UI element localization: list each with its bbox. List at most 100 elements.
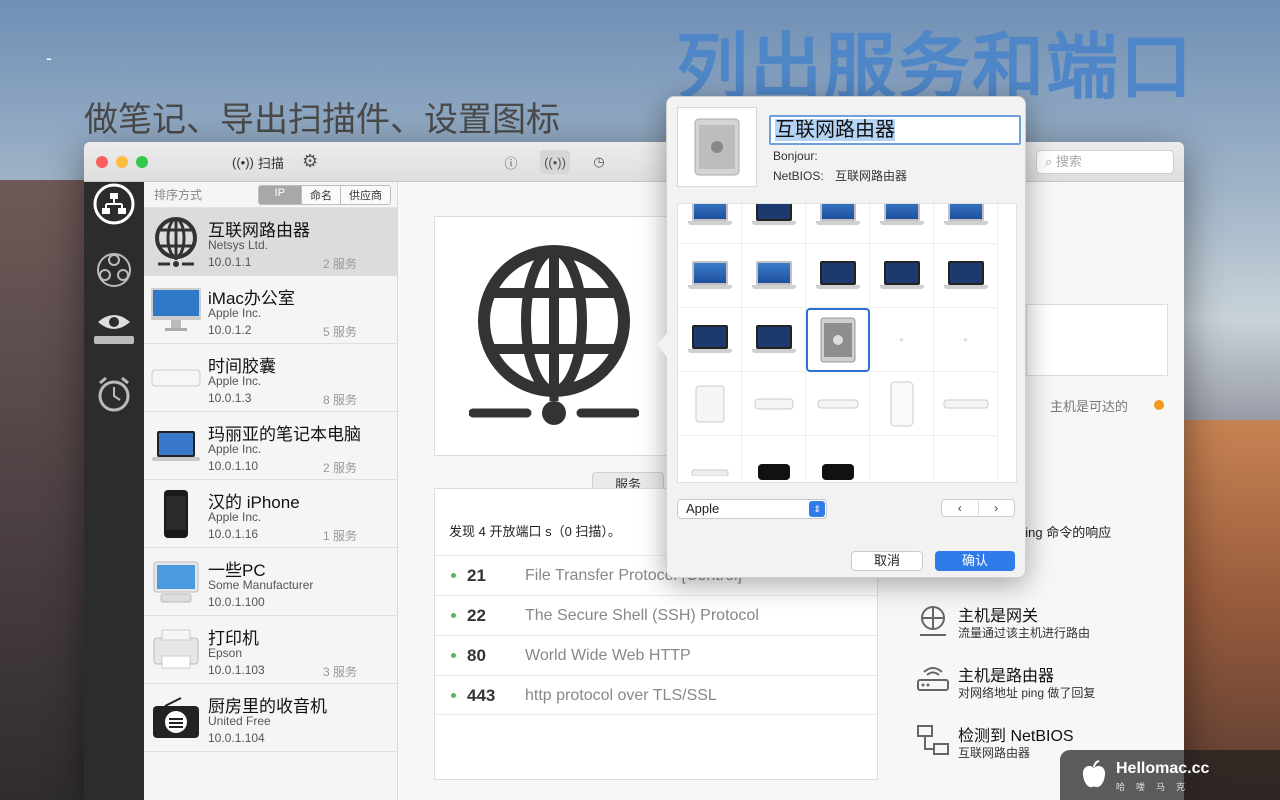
icon-option[interactable] <box>870 204 934 244</box>
printer-icon <box>148 624 204 676</box>
device-ip: 10.0.1.1 <box>208 255 252 269</box>
icon-option[interactable] <box>934 244 998 308</box>
feature-gateway: 主机是网关 流量通过该主机进行路由 <box>916 602 1176 642</box>
eye-icon[interactable] <box>92 306 136 350</box>
device-large-icon[interactable] <box>434 216 674 456</box>
device-row[interactable]: iMac办公室 Apple Inc. 10.0.1.2 5 服务 <box>144 276 397 344</box>
clock-icon[interactable]: ◷ <box>584 150 614 174</box>
close-window-button[interactable] <box>96 156 108 168</box>
netbios-icon <box>917 725 949 755</box>
scan-label: 扫描 <box>257 155 284 171</box>
open-port-dot <box>451 653 456 658</box>
icon-option[interactable] <box>870 244 934 308</box>
icon-option[interactable] <box>678 372 742 436</box>
gear-icon[interactable]: ⚙ <box>302 151 318 172</box>
apple-logo-icon <box>1082 760 1106 788</box>
icon-option-empty[interactable]: ● <box>870 308 934 372</box>
icon-option-empty[interactable] <box>870 436 934 482</box>
service-port: 443 <box>467 686 496 705</box>
device-row[interactable]: 一些PC Some Manufacturer 10.0.1.100 <box>144 548 397 616</box>
icon-option[interactable] <box>806 436 870 482</box>
device-ip: 10.0.1.16 <box>208 527 259 541</box>
device-ip: 10.0.1.2 <box>208 323 252 337</box>
device-row[interactable]: 汉的 iPhone Apple Inc. 10.0.1.16 1 服务 <box>144 480 397 548</box>
network-map-icon[interactable] <box>92 182 136 226</box>
chevron-updown-icon: ⇕ <box>809 501 825 517</box>
service-description: The Secure Shell (SSH) Protocol <box>525 607 759 624</box>
icon-option[interactable] <box>934 372 998 436</box>
icon-option[interactable] <box>806 372 870 436</box>
scan-button[interactable]: ((•)) 扫描 <box>226 151 290 173</box>
icon-option-empty[interactable] <box>934 436 998 482</box>
device-services: 2 服务 <box>322 461 357 475</box>
service-row[interactable]: 22 The Secure Shell (SSH) Protocol <box>435 595 877 635</box>
bonjour-label: Bonjour: <box>773 149 818 163</box>
device-services: 5 服务 <box>322 325 357 339</box>
device-vendor: Apple Inc. <box>208 306 262 320</box>
icon-grid: ● ● <box>677 203 1017 483</box>
pager-next-button[interactable]: › <box>977 500 1015 516</box>
icon-option[interactable] <box>742 244 806 308</box>
brand-select[interactable]: Apple ⇕ <box>677 499 827 519</box>
search-input[interactable]: ⌕ 搜索 <box>1036 150 1174 174</box>
time-capsule-icon <box>148 352 204 404</box>
alarm-clock-icon[interactable] <box>92 372 136 416</box>
bonjour-icon[interactable] <box>92 248 136 292</box>
device-name-field[interactable]: 互联网路由器 <box>769 115 1021 145</box>
icon-option[interactable] <box>742 308 806 372</box>
service-row[interactable]: 443 http protocol over TLS/SSL <box>435 675 877 715</box>
gateway-icon <box>920 606 946 636</box>
icon-option-selected[interactable] <box>806 308 870 372</box>
feature-title: 检测到 NetBIOS <box>958 728 1074 745</box>
services-summary: 发现 4 开放端口 s（0 扫描）。 <box>449 524 621 539</box>
device-row[interactable]: 打印机 Epson 10.0.1.103 3 服务 <box>144 616 397 684</box>
radio-icon <box>148 692 204 744</box>
pager-prev-button[interactable]: ‹ <box>942 500 978 516</box>
icon-option[interactable] <box>742 436 806 482</box>
imac-icon <box>148 284 204 336</box>
feature-description: 对网络地址 ping 做了回复 <box>958 686 1096 700</box>
notes-box[interactable] <box>1026 304 1168 376</box>
minimize-window-button[interactable] <box>116 156 128 168</box>
device-row[interactable]: 玛丽亚的笔记本电脑 Apple Inc. 10.0.1.10 2 服务 <box>144 412 397 480</box>
icon-option[interactable] <box>678 436 742 482</box>
icon-option[interactable] <box>870 372 934 436</box>
icon-option[interactable] <box>806 204 870 244</box>
watermark-main: Hellomac.cc <box>1116 760 1210 777</box>
netbios-label: NetBIOS: <box>773 169 824 183</box>
icon-option[interactable] <box>742 204 806 244</box>
icon-option[interactable] <box>742 372 806 436</box>
icon-option[interactable] <box>934 204 998 244</box>
device-services: 3 服务 <box>322 665 357 679</box>
feature-title: 主机是路由器 <box>958 668 1055 685</box>
device-row[interactable]: 互联网路由器 Netsys Ltd. 10.0.1.1 2 服务 <box>144 208 397 276</box>
device-ip: 10.0.1.100 <box>208 595 265 609</box>
device-services: 1 服务 <box>322 529 357 543</box>
device-ip: 10.0.1.103 <box>208 663 265 677</box>
sort-by-name[interactable]: 命名 <box>301 185 340 204</box>
icon-pager: ‹ › <box>941 499 1015 517</box>
mac-pro-icon <box>694 118 740 176</box>
service-description: http protocol over TLS/SSL <box>525 687 717 704</box>
icon-option[interactable] <box>678 244 742 308</box>
mode-rail <box>84 182 144 800</box>
sort-segmented-control: IP 命名 供应商 <box>257 184 391 205</box>
popover-arrow <box>657 333 667 357</box>
device-row[interactable]: 时间胶囊 Apple Inc. 10.0.1.3 8 服务 <box>144 344 397 412</box>
sort-by-vendor[interactable]: 供应商 <box>340 185 390 204</box>
sort-by-ip[interactable]: IP <box>258 185 301 204</box>
broadcast-view-icon[interactable]: ((•)) <box>540 150 570 174</box>
cancel-button[interactable]: 取消 <box>851 551 923 571</box>
confirm-button[interactable]: 确认 <box>935 551 1015 571</box>
icon-option[interactable] <box>678 308 742 372</box>
icon-option[interactable] <box>806 244 870 308</box>
device-row[interactable]: 厨房里的收音机 United Free 10.0.1.104 <box>144 684 397 752</box>
device-vendor: United Free <box>208 714 271 728</box>
sort-bar: 排序方式 IP 命名 供应商 <box>144 182 397 208</box>
device-ip: 10.0.1.3 <box>208 391 252 405</box>
service-row[interactable]: 80 World Wide Web HTTP <box>435 635 877 675</box>
icon-option-empty[interactable]: ● <box>934 308 998 372</box>
info-icon[interactable]: ⓘ <box>496 150 526 174</box>
icon-option[interactable] <box>678 204 742 244</box>
zoom-window-button[interactable] <box>136 156 148 168</box>
